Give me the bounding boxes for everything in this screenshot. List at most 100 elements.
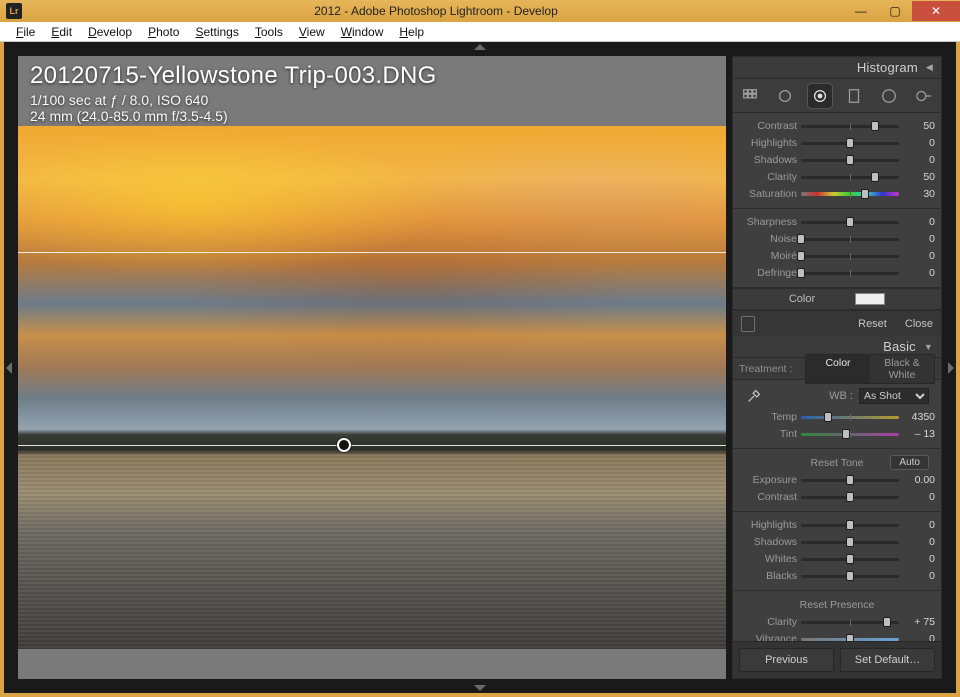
slider-value-whites: 0 <box>903 553 935 565</box>
graduated-filter-line-top[interactable] <box>18 252 726 253</box>
treatment-segmented[interactable]: Color Black & White <box>805 354 935 384</box>
eyedropper-icon[interactable] <box>745 387 763 405</box>
wb-label: WB : <box>769 390 853 402</box>
menu-photo[interactable]: Photo <box>140 23 187 41</box>
slider-contrast2[interactable] <box>801 491 899 503</box>
graduated-filter-pin[interactable] <box>337 438 351 452</box>
slider-value-blacks: 0 <box>903 570 935 582</box>
menu-settings[interactable]: Settings <box>187 23 246 41</box>
slider-tint[interactable] <box>801 428 899 440</box>
spot-removal-tool-icon[interactable] <box>772 83 798 109</box>
graduated-filter-tool-icon[interactable] <box>807 83 833 109</box>
slider-contrast[interactable] <box>801 120 899 132</box>
treatment-color[interactable]: Color <box>806 355 870 383</box>
slider-row-moire: Moiré0 <box>739 247 935 264</box>
menu-develop[interactable]: Develop <box>80 23 140 41</box>
slider-shadows[interactable] <box>801 154 899 166</box>
slider-label-clarity: Clarity <box>739 171 797 183</box>
slider-row-contrast2: Contrast0 <box>739 488 935 505</box>
slider-label-temp: Temp <box>739 411 797 423</box>
tone-group-2: Highlights0Shadows0Whites0Blacks0 <box>733 512 941 591</box>
titlebar: Lr 2012 - Adobe Photoshop Lightroom - De… <box>0 0 960 22</box>
image-canvas[interactable]: 20120715-Yellowstone Trip-003.DNG 1/100 … <box>18 56 726 679</box>
local-adjust-group: Contrast50Highlights0Shadows0Clarity50Sa… <box>733 113 941 209</box>
treatment-bw[interactable]: Black & White <box>870 355 934 383</box>
slider-highlights[interactable] <box>801 137 899 149</box>
slider-temp[interactable] <box>801 411 899 423</box>
reset-link[interactable]: Reset <box>858 318 887 330</box>
slider-shadows2[interactable] <box>801 536 899 548</box>
top-panel-toggle[interactable] <box>474 44 486 50</box>
slider-defringe[interactable] <box>801 267 899 279</box>
graduated-filter-line-bottom[interactable] <box>18 445 726 446</box>
bottom-panel-toggle[interactable] <box>474 685 486 691</box>
slider-label-shadows2: Shadows <box>739 536 797 548</box>
slider-moire[interactable] <box>801 250 899 262</box>
local-color-row[interactable]: Color <box>733 288 941 310</box>
presence-group: Reset Presence Clarity+ 75Vibrance0Satur… <box>733 591 941 641</box>
menu-tools[interactable]: Tools <box>247 23 291 41</box>
image-exif: 1/100 sec at ƒ / 8.0, ISO 640 <box>30 92 437 108</box>
slider-clarity[interactable] <box>801 171 899 183</box>
auto-tone-button[interactable]: Auto <box>890 455 929 470</box>
photo-preview[interactable] <box>18 126 726 649</box>
slider-label-shadows: Shadows <box>739 154 797 166</box>
minimize-button[interactable]: — <box>844 1 878 21</box>
histogram-panel-header[interactable]: Histogram ◀ <box>733 57 941 79</box>
slider-exposure[interactable] <box>801 474 899 486</box>
wb-preset-select[interactable]: As Shot <box>859 388 929 404</box>
menu-window[interactable]: Window <box>333 23 392 41</box>
mask-toggle-icon[interactable] <box>741 316 755 332</box>
color-swatch[interactable] <box>855 293 885 305</box>
slider-sharpness[interactable] <box>801 216 899 228</box>
set-default-button[interactable]: Set Default… <box>840 648 935 672</box>
slider-vibrance[interactable] <box>801 633 899 642</box>
local-detail-group: Sharpness0Noise0Moiré0Defringe0 <box>733 209 941 288</box>
slider-row-defringe: Defringe0 <box>739 264 935 281</box>
menu-edit[interactable]: Edit <box>43 23 80 41</box>
close-link[interactable]: Close <box>905 318 933 330</box>
mask-footer: Reset Close <box>733 310 941 336</box>
menu-view[interactable]: View <box>291 23 333 41</box>
slider-label-clarity2: Clarity <box>739 616 797 628</box>
previous-button[interactable]: Previous <box>739 648 834 672</box>
slider-highlights2[interactable] <box>801 519 899 531</box>
slider-label-blacks: Blacks <box>739 570 797 582</box>
slider-value-contrast: 50 <box>903 120 935 132</box>
graduated-filter-overlay[interactable] <box>18 126 726 649</box>
redeye-tool-icon[interactable] <box>876 83 902 109</box>
adjustment-brush-tool-icon[interactable] <box>911 83 937 109</box>
slider-noise[interactable] <box>801 233 899 245</box>
radial-filter-tool-icon[interactable] <box>841 83 867 109</box>
slider-value-tint: – 13 <box>903 428 935 440</box>
slider-row-clarity: Clarity50 <box>739 168 935 185</box>
slider-label-exposure: Exposure <box>739 474 797 486</box>
local-adjust-toolstrip <box>733 79 941 113</box>
slider-blacks[interactable] <box>801 570 899 582</box>
image-lens: 24 mm (24.0-85.0 mm f/3.5-4.5) <box>30 108 437 124</box>
slider-whites[interactable] <box>801 553 899 565</box>
slider-row-highlights2: Highlights0 <box>739 516 935 533</box>
basic-label: Basic <box>883 339 916 354</box>
crop-tool-icon[interactable] <box>737 83 763 109</box>
slider-value-contrast2: 0 <box>903 491 935 503</box>
image-filename: 20120715-Yellowstone Trip-003.DNG <box>30 62 437 90</box>
slider-row-sharpness: Sharpness0 <box>739 213 935 230</box>
menu-help[interactable]: Help <box>391 23 432 41</box>
treatment-row: Treatment : Color Black & White <box>733 358 941 380</box>
slider-clarity2[interactable] <box>801 616 899 628</box>
slider-label-moire: Moiré <box>739 250 797 262</box>
menu-file[interactable]: File <box>8 23 43 41</box>
presence-header[interactable]: Reset Presence <box>800 599 875 611</box>
slider-label-contrast: Contrast <box>739 120 797 132</box>
slider-saturation[interactable] <box>801 188 899 200</box>
slider-value-exposure: 0.00 <box>903 474 935 486</box>
tone-header[interactable]: Reset Tone <box>811 457 864 469</box>
panel-footer: Previous Set Default… <box>733 641 941 678</box>
treatment-label: Treatment : <box>739 363 805 375</box>
close-button[interactable]: ✕ <box>912 1 960 21</box>
left-panel-toggle[interactable] <box>6 362 12 374</box>
white-balance-group: WB : As Shot Temp4350Tint– 13 <box>733 380 941 449</box>
maximize-button[interactable]: ▢ <box>878 1 912 21</box>
right-panel-toggle[interactable] <box>948 362 954 374</box>
